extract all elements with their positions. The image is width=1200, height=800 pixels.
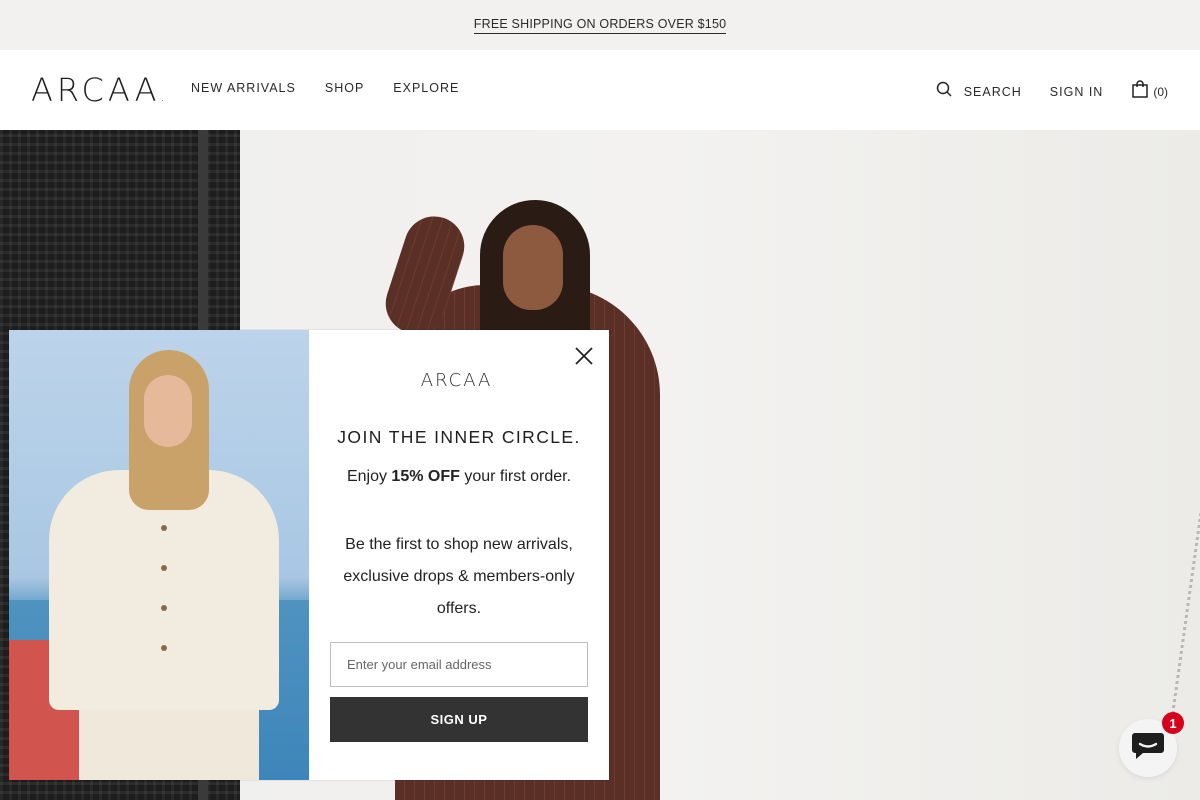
search-label: SEARCH (963, 84, 1022, 99)
offer-discount: 15% OFF (391, 468, 460, 485)
popup-heading: JOIN THE INNER CIRCLE. (337, 427, 581, 447)
main-nav: NEW ARRIVALS SHOP EXPLORE (191, 81, 459, 95)
chat-notification-badge: 1 (1162, 712, 1184, 734)
cart-button[interactable]: (0) (1132, 80, 1168, 103)
popup-logo: ARCAA. (309, 370, 609, 391)
sign-in-link[interactable]: SIGN IN (1050, 85, 1104, 99)
announcement-bar: FREE SHIPPING ON ORDERS OVER $150 (0, 0, 1200, 50)
shopping-bag-icon (1132, 80, 1149, 103)
nav-new-arrivals[interactable]: NEW ARRIVALS (191, 81, 296, 95)
popup-content: ARCAA. JOIN THE INNER CIRCLE. Enjoy 15% … (309, 330, 609, 780)
newsletter-popup: ARCAA. JOIN THE INNER CIRCLE. Enjoy 15% … (9, 330, 609, 780)
site-logo[interactable]: ARCAA. (31, 72, 165, 115)
search-icon (936, 81, 952, 102)
popup-logo-dot: . (492, 379, 498, 389)
cart-count: (0) (1153, 84, 1168, 99)
search-button[interactable]: SEARCH (936, 81, 1022, 102)
popup-offer: Enjoy 15% OFF your first order. (309, 468, 609, 486)
popup-model-image (9, 330, 309, 780)
nav-shop[interactable]: SHOP (325, 81, 364, 95)
header-utilities: SEARCH SIGN IN (0) (936, 80, 1168, 103)
logo-dot: . (160, 89, 165, 105)
email-field[interactable] (330, 642, 588, 687)
close-icon[interactable] (573, 345, 595, 367)
logo-text: ARCAA (31, 71, 161, 109)
hero-chain (1116, 290, 1200, 770)
sign-up-button[interactable]: SIGN UP (330, 697, 588, 742)
chat-bubble-icon (1131, 731, 1165, 766)
site-header: ARCAA. NEW ARRIVALS SHOP EXPLORE SEARCH … (0, 50, 1200, 130)
nav-explore[interactable]: EXPLORE (393, 81, 459, 95)
popup-logo-text: ARCAA (420, 370, 493, 391)
free-shipping-link[interactable]: FREE SHIPPING ON ORDERS OVER $150 (473, 17, 727, 34)
offer-suffix: your first order. (459, 468, 572, 485)
offer-prefix: Enjoy (346, 468, 392, 485)
popup-description: Be the first to shop new arrivals, exclu… (343, 536, 575, 617)
